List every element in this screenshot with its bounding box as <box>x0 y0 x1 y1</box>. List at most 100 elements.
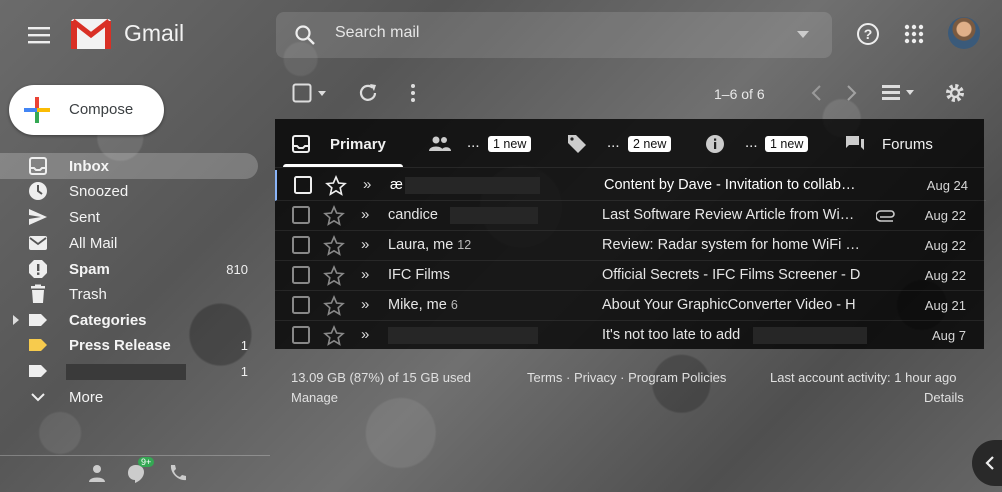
inbox-icon <box>28 156 48 176</box>
details-link[interactable]: Details <box>924 390 964 405</box>
email-subject: About Your GraphicConverter Video - H <box>602 297 856 313</box>
hangouts-icon[interactable] <box>126 464 146 484</box>
importance-marker-icon[interactable]: » <box>363 176 371 193</box>
tab-promotions[interactable]: ... 2 new <box>555 119 695 167</box>
apps-icon[interactable] <box>900 20 928 48</box>
checkbox[interactable] <box>294 176 312 194</box>
star-icon[interactable] <box>323 205 345 227</box>
select-options-icon[interactable] <box>317 89 327 99</box>
tab-label: Primary <box>330 136 386 153</box>
importance-marker-icon[interactable]: » <box>361 206 369 223</box>
star-icon[interactable] <box>323 295 345 317</box>
svg-text:?: ? <box>864 26 873 42</box>
person-icon[interactable] <box>88 464 106 482</box>
search-icon[interactable] <box>292 22 318 48</box>
sidebar-item-all-mail[interactable]: All Mail <box>0 230 258 256</box>
tab-forums[interactable]: Forums <box>835 119 984 167</box>
email-row[interactable]: » candice Last Software Review Article f… <box>275 200 984 231</box>
email-subject: Official Secrets - IFC Films Screener - … <box>602 267 861 283</box>
chevron-right-icon[interactable] <box>842 84 860 102</box>
sidebar-item-more[interactable]: More <box>0 384 258 410</box>
sidebar-item-inbox[interactable]: Inbox <box>0 153 258 179</box>
sidebar-item-label: Inbox <box>69 158 109 175</box>
policy-links[interactable]: Terms · Privacy · Program Policies <box>527 370 726 385</box>
mail-icon <box>28 233 48 253</box>
sidebar-item-label: Snoozed <box>69 183 129 200</box>
sidebar-item-sent[interactable]: Sent <box>0 204 258 230</box>
email-row[interactable]: » IFC Films Official Secrets - IFC Films… <box>275 260 984 291</box>
tab-label: ... <box>467 134 480 151</box>
forum-icon <box>845 134 867 154</box>
sidebar-item-redacted-label[interactable]: 1 <box>0 358 258 384</box>
checkbox[interactable] <box>292 326 310 344</box>
email-row[interactable]: » Laura, me 12 Review: Radar system for h… <box>275 230 984 261</box>
phone-icon[interactable] <box>168 464 186 482</box>
sidebar-item-categories[interactable]: Categories <box>0 307 258 333</box>
checkbox[interactable] <box>292 236 310 254</box>
email-row[interactable]: » It's not too late to add Aug 7 <box>275 320 984 350</box>
gmail-brand[interactable]: Gmail <box>124 20 184 47</box>
sidebar-item-press-release[interactable]: Press Release 1 <box>0 332 258 358</box>
storage-usage: 13.09 GB (87%) of 15 GB used <box>291 370 471 385</box>
star-icon[interactable] <box>323 265 345 287</box>
sidebar-item-snoozed[interactable]: Snoozed <box>0 178 258 204</box>
gmail-logo[interactable] <box>70 17 112 51</box>
hangouts-bar: 9+ <box>88 457 198 484</box>
menu-icon[interactable] <box>24 20 54 50</box>
sidebar-item-spam[interactable]: Spam 810 <box>0 256 258 282</box>
chevron-left-icon[interactable] <box>808 84 826 102</box>
email-date: Aug 21 <box>924 298 966 313</box>
inbox-panel: Primary ... 1 new ... 2 new ... 1 new Fo… <box>275 119 986 350</box>
side-panel-toggle[interactable] <box>972 440 1002 486</box>
select-all-checkbox[interactable] <box>292 83 312 103</box>
split-pane-icon[interactable] <box>880 82 914 104</box>
send-icon <box>28 207 48 227</box>
category-tabs: Primary ... 1 new ... 2 new ... 1 new Fo… <box>275 119 984 168</box>
help-icon[interactable]: ? <box>854 20 882 48</box>
importance-marker-icon[interactable]: » <box>361 236 369 253</box>
label-icon <box>28 335 48 355</box>
sidebar-item-label: More <box>69 389 104 406</box>
attachment-icon <box>876 208 898 222</box>
checkbox[interactable] <box>292 296 310 314</box>
email-date: Aug 7 <box>932 328 966 343</box>
star-icon[interactable] <box>325 175 347 197</box>
importance-marker-icon[interactable]: » <box>361 326 369 343</box>
importance-marker-icon[interactable]: » <box>361 296 369 313</box>
sidebar-item-label: Categories <box>69 312 147 329</box>
tab-updates[interactable]: ... 1 new <box>695 119 835 167</box>
spam-icon <box>28 259 48 279</box>
sidebar-item-trash[interactable]: Trash <box>0 281 258 307</box>
checkbox[interactable] <box>292 206 310 224</box>
compose-button[interactable]: Compose <box>9 85 164 135</box>
tag-icon <box>567 134 589 154</box>
search-options-icon[interactable] <box>795 27 811 43</box>
more-vert-icon[interactable] <box>405 82 421 104</box>
email-sender: Laura, me 12 <box>388 237 472 253</box>
spam-count: 810 <box>226 262 248 277</box>
email-date: Aug 22 <box>924 208 966 223</box>
refresh-icon[interactable] <box>357 82 379 104</box>
expand-arrow-icon[interactable] <box>11 315 21 325</box>
tab-social[interactable]: ... 1 new <box>415 119 555 167</box>
star-icon[interactable] <box>323 325 345 347</box>
active-tab-indicator <box>283 164 403 167</box>
manage-link[interactable]: Manage <box>291 390 338 405</box>
sidebar-divider <box>0 455 270 456</box>
search-input[interactable]: Search mail <box>335 24 419 42</box>
avatar[interactable] <box>948 17 980 49</box>
inbox-tab-icon <box>291 134 313 154</box>
checkbox[interactable] <box>292 266 310 284</box>
redacted-subject <box>753 327 867 344</box>
star-icon[interactable] <box>323 235 345 257</box>
new-badge: 1 new <box>765 136 809 152</box>
email-row[interactable]: » æ Content by Dave - Invitation to coll… <box>275 170 986 201</box>
importance-marker-icon[interactable]: » <box>361 266 369 283</box>
email-row[interactable]: » Mike, me 6 About Your GraphicConverter … <box>275 290 984 321</box>
sidebar-item-label: Sent <box>69 209 100 226</box>
gear-icon[interactable] <box>944 82 966 104</box>
tab-label: ... <box>607 134 620 151</box>
thread-count: 6 <box>450 298 458 312</box>
compose-label: Compose <box>69 101 134 118</box>
tab-primary[interactable]: Primary <box>275 119 405 167</box>
